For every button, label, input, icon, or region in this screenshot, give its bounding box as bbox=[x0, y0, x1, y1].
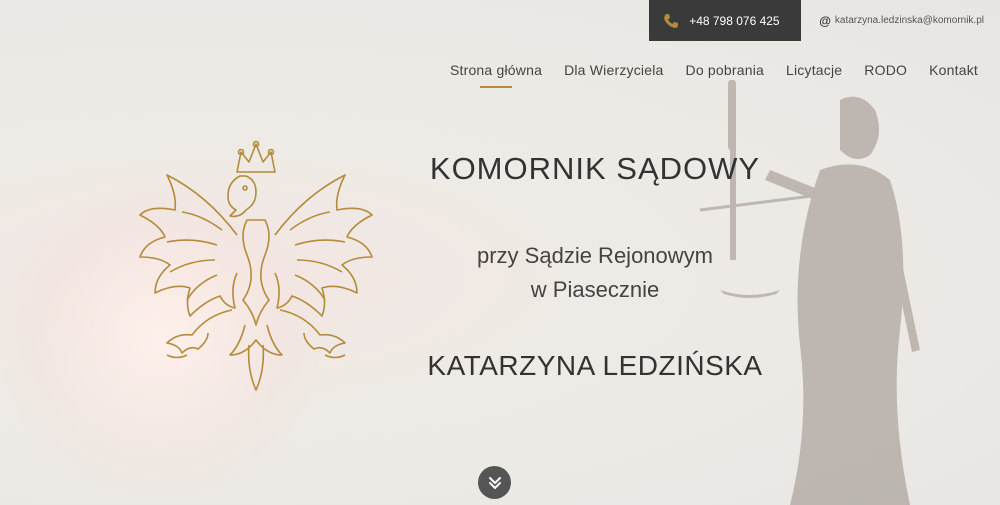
nav-item-dla-wierzyciela[interactable]: Dla Wierzyciela bbox=[564, 62, 663, 78]
nav-item-licytacje[interactable]: Licytacje bbox=[786, 62, 842, 78]
phone-contact[interactable]: +48 798 076 425 bbox=[649, 0, 802, 41]
hero-title: KOMORNIK SĄDOWY bbox=[429, 151, 761, 186]
nav-item-rodo[interactable]: RODO bbox=[864, 62, 907, 78]
phone-icon bbox=[664, 13, 679, 28]
hero-subtitle: przy Sądzie Rejonowym w Piasecznie bbox=[395, 239, 795, 307]
hero-subtitle-line2: w Piasecznie bbox=[530, 277, 660, 302]
hero-subtitle-line1: przy Sądzie Rejonowym bbox=[477, 243, 713, 268]
top-contact-bar: +48 798 076 425 @ katarzyna.ledzinska@ko… bbox=[649, 0, 1000, 41]
nav-item-kontakt[interactable]: Kontakt bbox=[929, 62, 978, 78]
double-chevron-down-icon bbox=[488, 476, 501, 489]
scroll-down-button[interactable] bbox=[478, 466, 511, 499]
hero-name: KATARZYNA LEDZIŃSKA bbox=[427, 350, 763, 381]
main-navigation: Strona główna Dla Wierzyciela Do pobrani… bbox=[450, 62, 978, 88]
polish-eagle-emblem bbox=[139, 140, 373, 391]
nav-item-strona-glowna[interactable]: Strona główna bbox=[450, 62, 542, 88]
email-address: katarzyna.ledzinska@komornik.pl bbox=[834, 15, 984, 26]
phone-number: +48 798 076 425 bbox=[689, 13, 780, 28]
nav-item-do-pobrania[interactable]: Do pobrania bbox=[686, 62, 764, 78]
email-contact[interactable]: @ katarzyna.ledzinska@komornik.pl bbox=[801, 0, 1000, 41]
at-icon: @ bbox=[819, 13, 831, 28]
